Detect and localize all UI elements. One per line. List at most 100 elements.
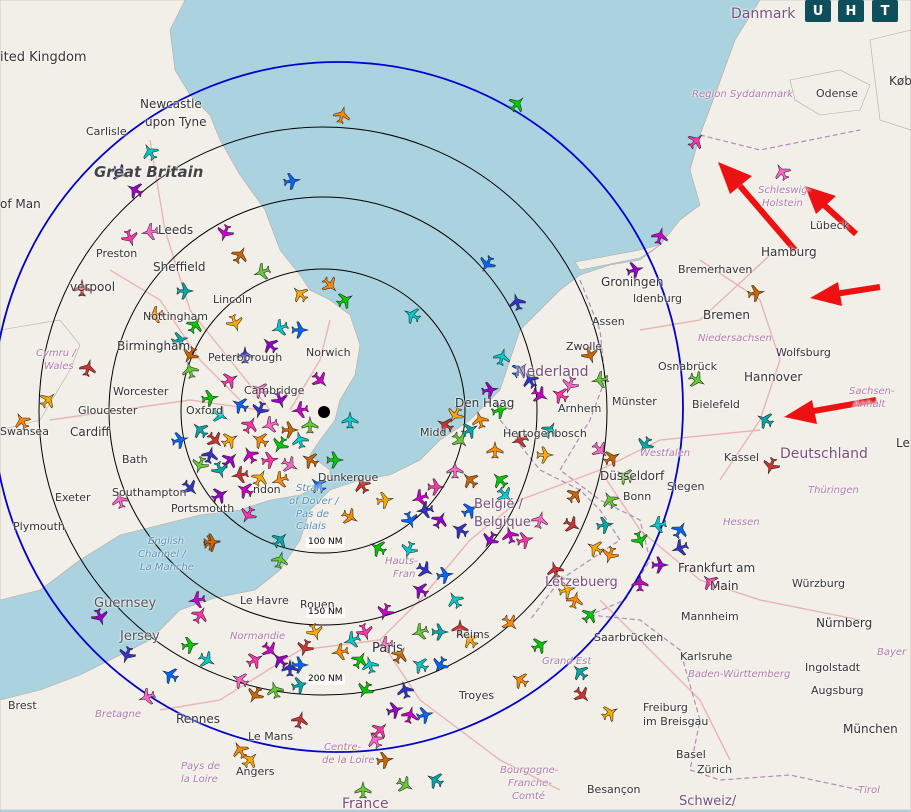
label-wurzburg: Würzburg [792, 577, 846, 590]
label-dusseldorf: Düsseldorf [600, 469, 665, 483]
label-assen: Assen [592, 315, 625, 328]
control-button-t[interactable]: T [872, 0, 898, 22]
label-dover-4: Calais [296, 521, 327, 532]
label-pays-2: la Loire [181, 774, 218, 785]
label-danmark: Danmark [731, 6, 796, 22]
label-schleswig-2: Holstein [762, 198, 803, 209]
label-schleswig-1: Schleswig- [758, 185, 812, 196]
label-frankfurt-2: Main [710, 579, 739, 593]
label-augsburg: Augsburg [811, 684, 864, 697]
control-button-h[interactable]: H [838, 0, 864, 22]
label-dover-3: Pas de [296, 509, 330, 520]
label-basel: Basel [676, 748, 706, 761]
label-bonn: Bonn [623, 490, 652, 503]
label-baden: Baden-Württemberg [688, 669, 791, 680]
label-channel-2: Channel / [138, 549, 186, 560]
label-bielefeld: Bielefeld [692, 398, 740, 411]
label-bourgogne-1: Bourgogne- [500, 765, 559, 776]
label-le-mans: Le Mans [248, 730, 294, 743]
label-munster: Münster [612, 395, 657, 408]
label-lubeck: Lübeck [810, 219, 850, 232]
label-bremerhaven: Bremerhaven [678, 263, 753, 276]
label-hauts-1: Hauts- [385, 556, 418, 567]
label-karlsruhe: Karlsruhe [680, 650, 733, 663]
label-besancon: Besançon [587, 783, 641, 796]
label-sachsen-2: Anhalt [853, 399, 886, 410]
label-oldenburg: ldenburg [633, 292, 683, 305]
label-belgie-1: België / [474, 497, 523, 512]
label-siegen: Siegen [667, 480, 705, 493]
label-cardiff: Cardiff [70, 425, 110, 439]
label-kob: Køb [889, 74, 911, 88]
label-westfalen: Westfalen [640, 448, 691, 459]
label-saarbrucken: Saarbrücken [594, 631, 664, 644]
label-dover-2: of Dover / [289, 496, 339, 507]
label-arnhem: Arnhem [558, 402, 602, 415]
label-newcastle-1: Newcastle [140, 97, 202, 111]
label-paris: Paris [372, 641, 403, 656]
label-osnabruck: Osnabrück [658, 360, 717, 373]
label-nederland: Nederland [516, 364, 589, 380]
label-deutschland: Deutschland [780, 446, 868, 462]
label-bourgogne-2: Franche- [508, 778, 552, 789]
label-angers: Angers [236, 765, 275, 778]
label-hauts-2: Fran [393, 569, 416, 580]
label-lincoln: Lincoln [213, 293, 252, 306]
label-reims: Reims [456, 628, 490, 641]
label-le-edge: Le [896, 436, 910, 450]
label-liverpool: verpool [70, 280, 116, 294]
label-worcester: Worcester [113, 385, 169, 398]
label-le-havre: Le Havre [240, 594, 289, 607]
label-grand-est: Grand Est [542, 656, 592, 667]
label-wolfsburg: Wolfsburg [776, 346, 831, 359]
label-ingolstadt: Ingolstadt [805, 661, 861, 674]
label-freiburg-2: im Breisgau [643, 715, 709, 728]
label-groningen: Groningen [601, 275, 664, 289]
range-label-100: 100 NM [306, 537, 345, 548]
label-jersey: Jersey [120, 629, 160, 644]
label-centre-2: de la Loire [322, 755, 375, 766]
label-carlisle: Carlisle [86, 125, 127, 138]
label-hannover: Hannover [744, 370, 803, 384]
label-birmingham: Birmingham [117, 339, 191, 353]
label-cymru-2: Wales [44, 361, 74, 372]
label-portsmouth: Portsmouth [171, 502, 235, 515]
label-isle-of-man: of Man [0, 197, 41, 211]
label-zwolle: Zwolle [566, 340, 603, 353]
label-preston: Preston [96, 247, 138, 260]
label-munchen: München [843, 722, 898, 736]
label-hessen: Hessen [723, 517, 760, 528]
label-tirol: Tirol [858, 785, 880, 796]
label-oxford: Oxford [186, 404, 224, 417]
label-middelburg: Midd [420, 426, 447, 439]
label-bath: Bath [122, 453, 148, 466]
label-niedersachsen: Niedersachsen [698, 333, 772, 344]
label-peterborough: Peterborough [208, 351, 283, 364]
control-button-u[interactable]: U [805, 0, 831, 22]
range-label-200: 200 NM [306, 674, 345, 685]
label-channel-1: English [148, 536, 185, 547]
label-exeter: Exeter [55, 491, 91, 504]
label-mannheim: Mannheim [681, 610, 739, 623]
label-freiburg-1: Freiburg [643, 701, 688, 714]
label-gloucester: Gloucester [78, 404, 138, 417]
label-bretagne: Bretagne [95, 709, 142, 720]
label-norwich: Norwich [306, 346, 351, 359]
label-schweiz: Schweiz/ [679, 794, 737, 809]
label-zurich: Zürich [697, 763, 733, 776]
label-newcastle-2: upon Tyne [145, 115, 207, 129]
label-luxembourg: Lëtzebuerg [545, 575, 618, 590]
label-kassel: Kassel [724, 451, 760, 464]
label-plymouth: Plymouth [13, 520, 65, 533]
label-frankfurt-1: Frankfurt am [678, 561, 756, 575]
label-sachsen-1: Sachsen- [849, 386, 895, 397]
label-odense: Odense [816, 87, 858, 100]
label-bayern: Bayer [877, 647, 907, 658]
label-bremen: Bremen [703, 308, 750, 322]
label-syddanmark: Region Syddanmark [692, 89, 794, 100]
label-london: ndon [253, 483, 281, 496]
label-rennes: Rennes [176, 712, 221, 726]
label-channel-3: La Manche [140, 562, 194, 573]
label-pays-1: Pays de [181, 761, 220, 772]
label-southampton: Southampton [112, 486, 187, 499]
